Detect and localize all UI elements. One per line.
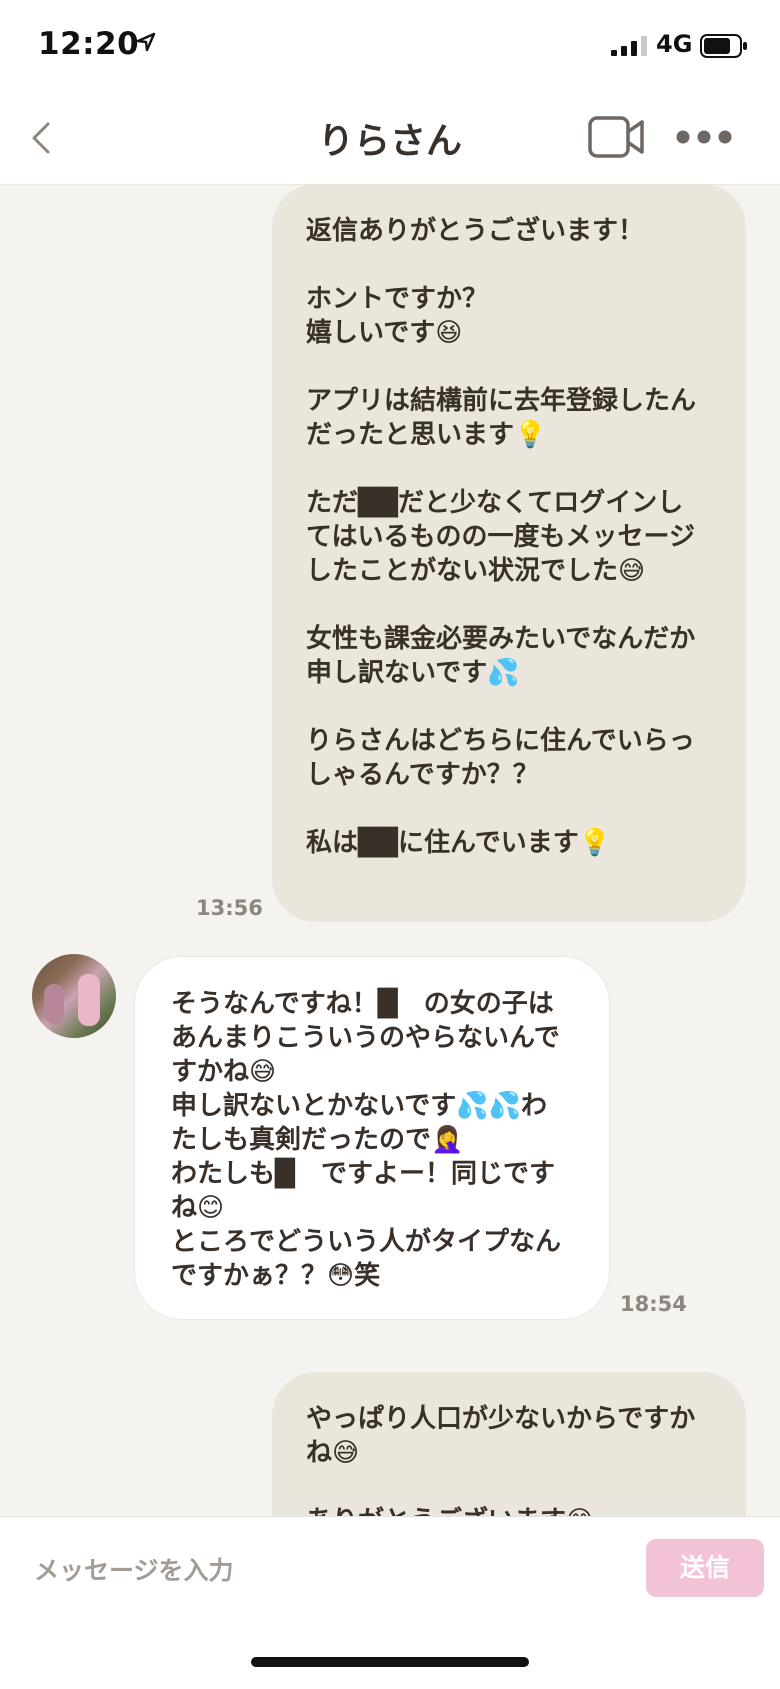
send-button[interactable]: 送信	[646, 1539, 764, 1597]
message-text-line	[306, 690, 716, 724]
status-bar: 12:20 4G	[0, 0, 780, 92]
message-text-line: すかね😅	[171, 1057, 277, 1087]
message-input[interactable]: メッセージを入力	[34, 1551, 234, 1587]
battery-icon	[700, 34, 747, 58]
message-text-line: てはいるものの一度もメッセージ	[306, 522, 695, 552]
message-text-line: 申し訳ないとかないです💦💦わ	[171, 1091, 547, 1121]
message-text-line: しゃるんですか？？	[306, 760, 539, 790]
message-text-line: 私は██に住んでいます💡	[306, 828, 612, 858]
message-text-line	[306, 588, 716, 622]
message-text-line: 嬉しいです😆	[306, 318, 463, 348]
message-list[interactable]: 返信ありがとうございます！ ホントですか？ 嬉しいです😆 アプリは結構前に去年登録した…	[0, 184, 780, 1516]
message-text-line: ね😊	[171, 1193, 225, 1223]
message-text-line: 女性も課金必要みたいでなんだか	[306, 624, 696, 654]
message-text-line: 申し訳ないです💦	[306, 658, 520, 688]
message-text-line: ね😅	[306, 1438, 360, 1468]
status-time: 12:20	[38, 26, 140, 62]
message-text-line: ところでどういう人がタイプなん	[171, 1227, 562, 1257]
message-time: 18:54	[620, 1292, 687, 1316]
message-bubble-incoming: そうなんですね！█ の女の子は あんまりこういうのやらないんで すかね😅 申し訳ないと…	[134, 956, 610, 1320]
message-text-line: たしも真剣だったので🤦‍♀️	[171, 1125, 464, 1155]
location-arrow-icon	[136, 32, 156, 52]
message-text-line: 返信ありがとうございます！	[306, 216, 645, 246]
message-text-line	[306, 1470, 716, 1504]
message-text-line: やっぱり人口が少ないからですか	[306, 1404, 696, 1434]
chat-header: りらさん	[0, 92, 780, 185]
message-text-line: したことがない状況でした😅	[306, 556, 646, 586]
network-type: 4G	[656, 30, 693, 58]
message-text-line: ただ██だと少なくてログインし	[306, 488, 684, 518]
message-bubble-outgoing: やっぱり人口が少ないからですかね😅 ありがとうございます😊	[272, 1372, 746, 1516]
message-text-line	[306, 792, 716, 826]
message-text-line: アプリは結構前に去年登録したん	[306, 386, 697, 416]
message-text-line: りらさんはどちらに住んでいらっ	[306, 726, 695, 756]
message-text-line	[306, 350, 716, 384]
home-indicator	[251, 1657, 529, 1667]
message-text-line: ですかぁ？？😳笑	[171, 1261, 381, 1291]
signal-icon	[611, 36, 647, 56]
message-text-line: あんまりこういうのやらないんで	[171, 1023, 560, 1053]
message-bubble-outgoing: 返信ありがとうございます！ ホントですか？ 嬉しいです😆 アプリは結構前に去年登録した…	[272, 184, 746, 922]
message-text-line	[306, 248, 716, 282]
video-call-icon[interactable]	[588, 114, 646, 160]
more-options-icon[interactable]	[674, 128, 734, 146]
message-time: 13:56	[196, 896, 263, 920]
message-text-line: だったと思います💡	[306, 420, 547, 450]
message-text-line: ありがとうございます😊	[306, 1504, 716, 1516]
message-text-line: ホントですか？	[306, 284, 489, 314]
message-text-line: そうなんですね！█ の女の子は	[171, 989, 554, 1019]
message-input-bar: メッセージを入力 送信	[0, 1516, 780, 1689]
chat-title: りらさん	[317, 121, 462, 162]
message-text-line: わたしも█ ですよー！同じです	[171, 1159, 555, 1189]
message-text-line	[306, 452, 716, 486]
avatar[interactable]	[32, 954, 116, 1038]
